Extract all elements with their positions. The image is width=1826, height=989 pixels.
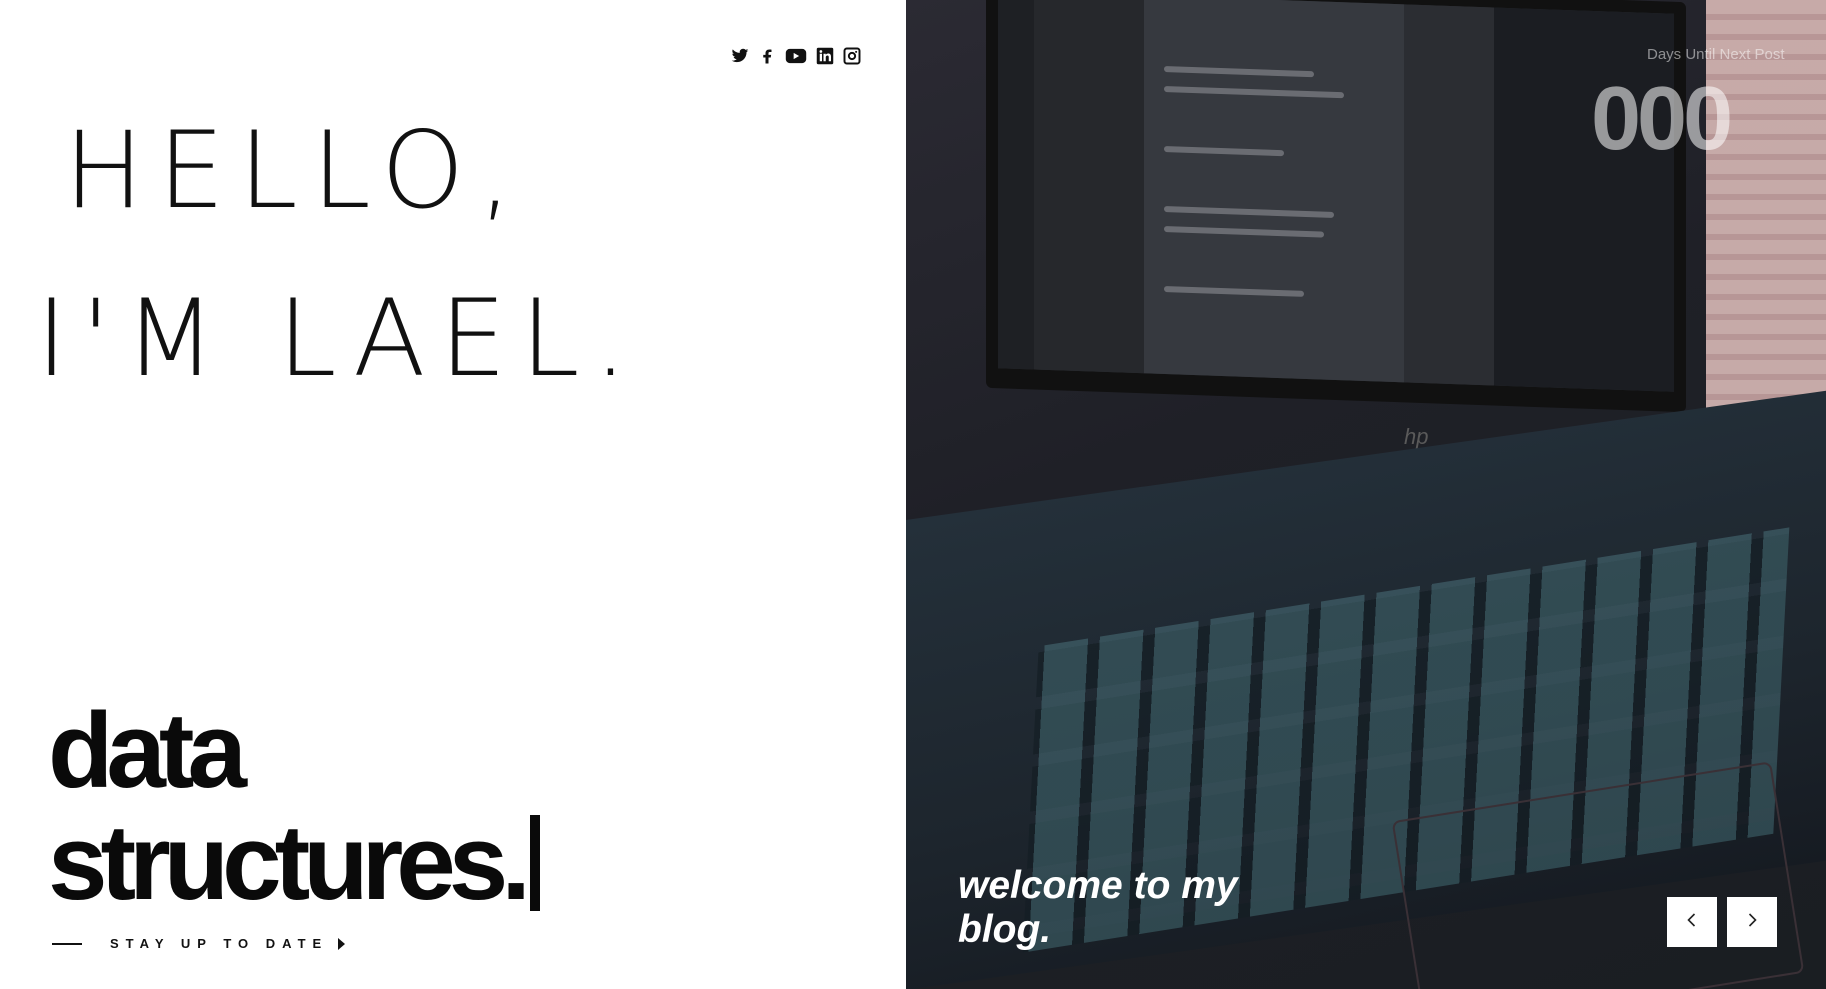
greeting-line-2: I'M LAEL.: [36, 277, 642, 400]
instagram-icon[interactable]: [843, 47, 861, 65]
typing-cursor: [530, 815, 541, 911]
carousel-prev-button[interactable]: [1667, 897, 1717, 947]
caret-right-icon: [338, 937, 346, 950]
hero-image-panel: hp Days Until Next Post 000 welcome to m…: [906, 0, 1826, 989]
carousel-next-button[interactable]: [1727, 897, 1777, 947]
facebook-icon[interactable]: [758, 47, 776, 65]
linkedin-icon[interactable]: [816, 47, 834, 65]
chevron-right-icon: [1744, 912, 1760, 933]
headline-line-2: structures.: [48, 802, 531, 922]
laptop-screen-image: [986, 0, 1686, 413]
cta-dash: [52, 942, 82, 945]
typewriter-headline: data structures.: [48, 690, 541, 918]
headline-line-1: data: [48, 690, 247, 810]
social-links: [731, 47, 861, 65]
countdown-label: Days Until Next Post: [1647, 46, 1785, 63]
greeting-line-1: HELLO,: [64, 109, 527, 232]
twitter-icon[interactable]: [731, 47, 749, 65]
cta-label: STAY UP TO DATE: [110, 936, 329, 951]
chevron-left-icon: [1684, 912, 1700, 933]
stay-up-to-date-link[interactable]: STAY UP TO DATE: [52, 936, 346, 951]
welcome-text: welcome to my blog.: [958, 864, 1238, 951]
intro-panel: HELLO, I'M LAEL. data structures. STAY U…: [0, 0, 906, 989]
countdown-value: 000: [1591, 69, 1733, 169]
youtube-icon[interactable]: [785, 47, 807, 65]
